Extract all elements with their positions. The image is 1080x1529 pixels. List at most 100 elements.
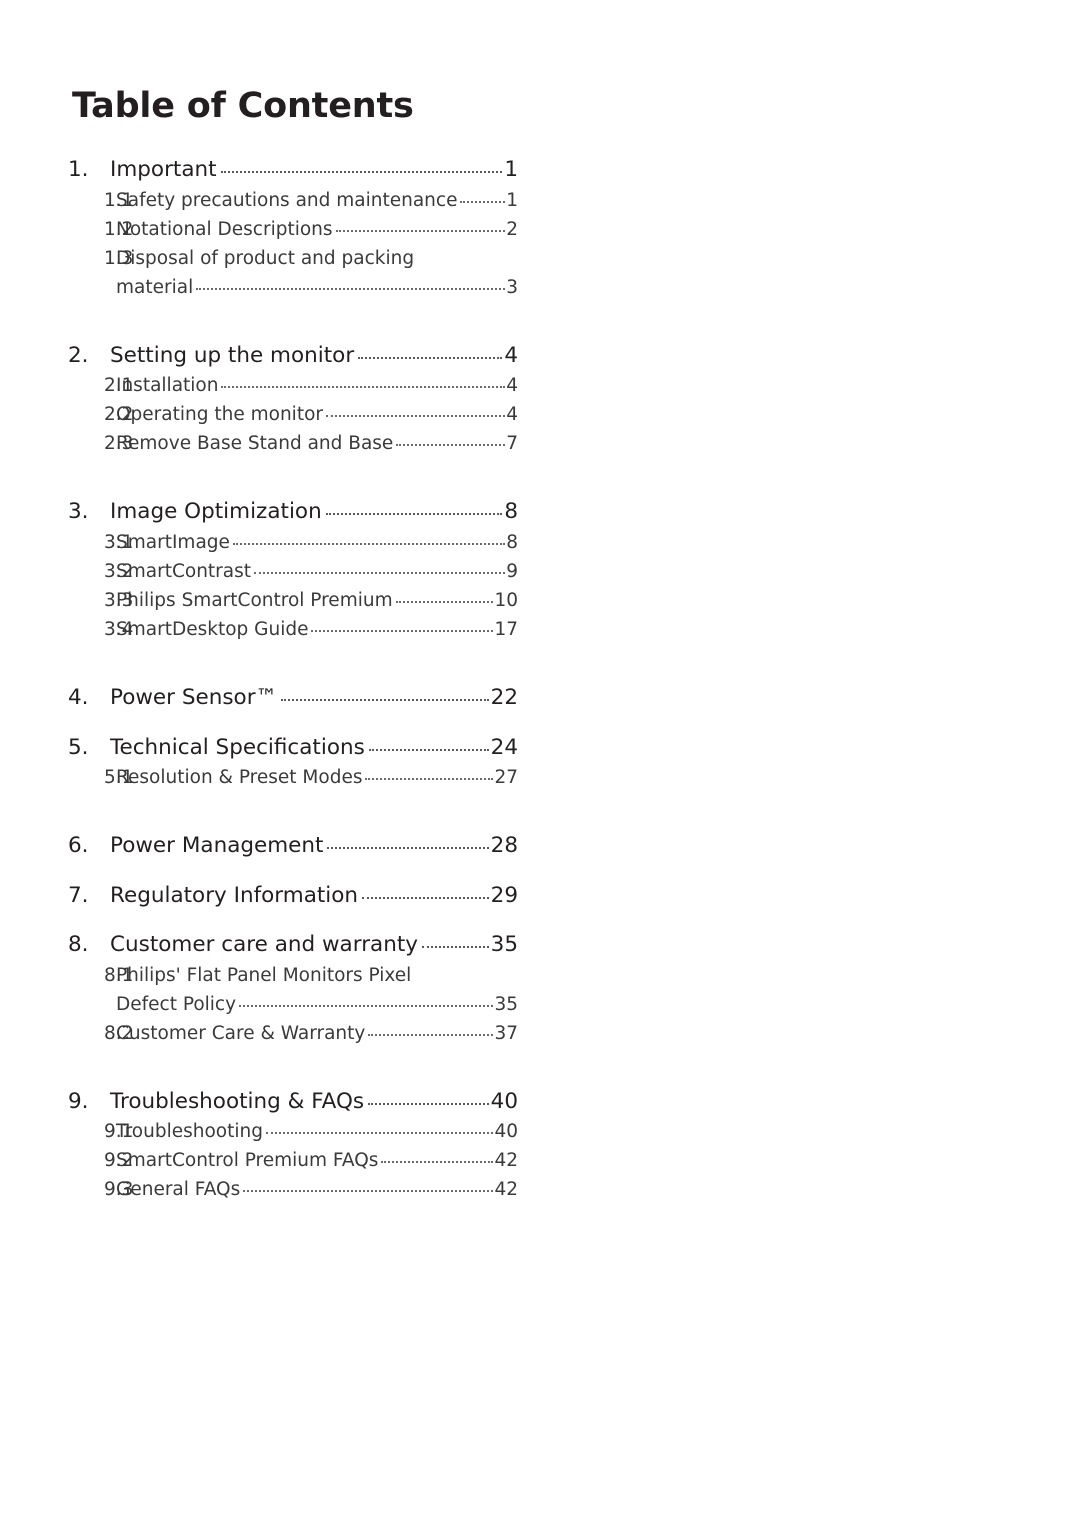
sub-label: SmartControl Premium FAQs bbox=[116, 1150, 379, 1172]
toc-group-6: 6. Power Management 28 bbox=[68, 832, 518, 860]
toc-group-1: 1. Important 1 1.1 Safety precautions an… bbox=[68, 156, 518, 300]
sub-label: SmartContrast bbox=[116, 560, 252, 582]
toc-entry-sub-9-1[interactable]: 9.1 Troubleshooting 40 bbox=[68, 1120, 518, 1144]
sub-number: 3.2 bbox=[104, 560, 134, 582]
section-number: 6. bbox=[68, 833, 89, 859]
section-label: Power Management bbox=[110, 833, 324, 859]
toc-entry-section-1[interactable]: 1. Important 1 bbox=[68, 156, 518, 184]
section-number: 1. bbox=[68, 157, 89, 182]
page-title: Table of Contents bbox=[72, 86, 414, 126]
sub-page: 7 bbox=[506, 433, 518, 455]
toc-entry-sub-9-3[interactable]: 9.3 General FAQs 42 bbox=[68, 1178, 518, 1202]
section-label: Power Sensor™ bbox=[110, 685, 278, 711]
sub-number: 2.3 bbox=[104, 433, 134, 455]
sub-label: Resolution & Preset Modes bbox=[116, 767, 363, 789]
toc-entry-section-8[interactable]: 8. Customer care and warranty 35 bbox=[68, 931, 518, 959]
toc-entry-section-5[interactable]: 5. Technical Specifications 24 bbox=[68, 734, 518, 762]
toc-entry-section-9[interactable]: 9. Troubleshooting & FAQs 40 bbox=[68, 1088, 518, 1116]
sub-number: 9.2 bbox=[104, 1150, 134, 1172]
toc-group-8: 8. Customer care and warranty 35 8.1 Phi… bbox=[68, 931, 518, 1046]
section-label: Troubleshooting & FAQs bbox=[110, 1088, 365, 1114]
sub-label: Philips SmartControl Premium bbox=[116, 589, 393, 611]
sub-page: 2 bbox=[506, 218, 518, 240]
toc-entry-sub-3-4[interactable]: 3.4 SmartDesktop Guide 17 bbox=[68, 618, 518, 642]
leader-dots bbox=[365, 778, 494, 781]
leader-dots bbox=[460, 200, 506, 203]
toc-entry-section-6[interactable]: 6. Power Management 28 bbox=[68, 832, 518, 860]
sub-label: Customer Care & Warranty bbox=[116, 1022, 366, 1044]
toc-entry-section-7[interactable]: 7. Regulatory Information 29 bbox=[68, 882, 518, 910]
sub-label: Safety precautions and maintenance bbox=[116, 189, 458, 211]
sub-label: Operating the monitor bbox=[116, 404, 323, 426]
section-number: 9. bbox=[68, 1088, 89, 1114]
sub-label: Philips' Flat Panel Monitors Pixel bbox=[116, 964, 412, 986]
toc-entry-sub-3-1[interactable]: 3.1 SmartImage 8 bbox=[68, 531, 518, 555]
sub-label: SmartImage bbox=[116, 531, 230, 553]
toc-group-9: 9. Troubleshooting & FAQs 40 9.1 Trouble… bbox=[68, 1088, 518, 1203]
sub-number: 1.1 bbox=[104, 189, 134, 211]
sub-page: 17 bbox=[494, 619, 518, 641]
table-of-contents: 1. Important 1 1.1 Safety precautions an… bbox=[68, 156, 518, 1202]
toc-entry-section-2[interactable]: 2. Setting up the monitor 4 bbox=[68, 342, 518, 370]
sub-page: 27 bbox=[494, 767, 518, 789]
toc-entry-sub-5-1[interactable]: 5.1 Resolution & Preset Modes 27 bbox=[68, 766, 518, 790]
toc-entry-sub-2-3[interactable]: 2.3 Remove Base Stand and Base 7 bbox=[68, 432, 518, 456]
toc-entry-sub-8-1[interactable]: 8.1 Philips' Flat Panel Monitors Pixel bbox=[68, 964, 518, 988]
section-page: 28 bbox=[490, 833, 518, 859]
section-number: 7. bbox=[68, 882, 89, 908]
leader-dots bbox=[239, 1004, 494, 1007]
leader-dots bbox=[325, 513, 503, 516]
section-page: 4 bbox=[504, 342, 518, 368]
section-number: 2. bbox=[68, 342, 89, 368]
sub-label: Disposal of product and packing bbox=[116, 247, 415, 269]
toc-entry-sub-1-2[interactable]: 1.2 Notational Descriptions 2 bbox=[68, 218, 518, 242]
leader-dots bbox=[243, 1190, 494, 1193]
section-label: Regulatory Information bbox=[110, 882, 359, 908]
sub-page: 42 bbox=[494, 1179, 518, 1201]
section-label: Setting up the monitor bbox=[110, 342, 355, 368]
section-number: 5. bbox=[68, 734, 89, 760]
toc-entry-sub-1-3-cont[interactable]: material 3 bbox=[68, 276, 518, 300]
sub-label: SmartDesktop Guide bbox=[116, 619, 309, 641]
toc-group-4: 4. Power Sensor™ 22 bbox=[68, 684, 518, 712]
toc-entry-sub-2-2[interactable]: 2.2 Operating the monitor 4 bbox=[68, 403, 518, 427]
sub-label: General FAQs bbox=[116, 1179, 241, 1201]
section-page: 24 bbox=[490, 734, 518, 760]
sub-page: 10 bbox=[494, 589, 518, 611]
toc-group-2: 2. Setting up the monitor 4 2.1 Installa… bbox=[68, 342, 518, 457]
toc-entry-sub-3-3[interactable]: 3.3 Philips SmartControl Premium 10 bbox=[68, 589, 518, 613]
leader-dots bbox=[362, 896, 489, 899]
sub-number: 3.1 bbox=[104, 531, 134, 553]
leader-dots bbox=[368, 748, 489, 751]
sub-number: 9.1 bbox=[104, 1121, 134, 1143]
leader-dots bbox=[335, 229, 506, 232]
toc-entry-sub-8-2[interactable]: 8.2 Customer Care & Warranty 37 bbox=[68, 1022, 518, 1046]
section-number: 3. bbox=[68, 499, 89, 525]
sub-number: 1.2 bbox=[104, 218, 134, 240]
sub-number: 9.3 bbox=[104, 1179, 134, 1201]
section-label: Image Optimization bbox=[110, 499, 322, 525]
toc-entry-sub-1-3[interactable]: 1.3 Disposal of product and packing bbox=[68, 247, 518, 271]
toc-entry-sub-3-2[interactable]: 3.2 SmartContrast 9 bbox=[68, 560, 518, 584]
leader-dots bbox=[368, 1033, 494, 1036]
sub-page: 1 bbox=[506, 189, 518, 211]
toc-entry-section-4[interactable]: 4. Power Sensor™ 22 bbox=[68, 684, 518, 712]
toc-entry-sub-2-1[interactable]: 2.1 Installation 4 bbox=[68, 374, 518, 398]
sub-page: 37 bbox=[494, 1022, 518, 1044]
leader-dots bbox=[381, 1161, 494, 1164]
toc-group-7: 7. Regulatory Information 29 bbox=[68, 882, 518, 910]
section-label: Technical Specifications bbox=[110, 734, 365, 760]
sub-label: Troubleshooting bbox=[116, 1121, 263, 1143]
toc-entry-sub-8-1-cont[interactable]: Defect Policy 35 bbox=[68, 993, 518, 1017]
toc-entry-section-3[interactable]: 3. Image Optimization 8 bbox=[68, 498, 518, 526]
sub-label: Remove Base Stand and Base bbox=[116, 433, 394, 455]
toc-entry-sub-9-2[interactable]: 9.2 SmartControl Premium FAQs 42 bbox=[68, 1149, 518, 1173]
sub-number: 3.3 bbox=[104, 589, 134, 611]
toc-entry-sub-1-1[interactable]: 1.1 Safety precautions and maintenance 1 bbox=[68, 189, 518, 213]
section-label: Customer care and warranty bbox=[110, 932, 418, 958]
leader-dots bbox=[254, 571, 506, 574]
leader-dots bbox=[220, 171, 503, 173]
leader-dots bbox=[422, 946, 489, 949]
toc-group-3: 3. Image Optimization 8 3.1 SmartImage 8… bbox=[68, 498, 518, 642]
